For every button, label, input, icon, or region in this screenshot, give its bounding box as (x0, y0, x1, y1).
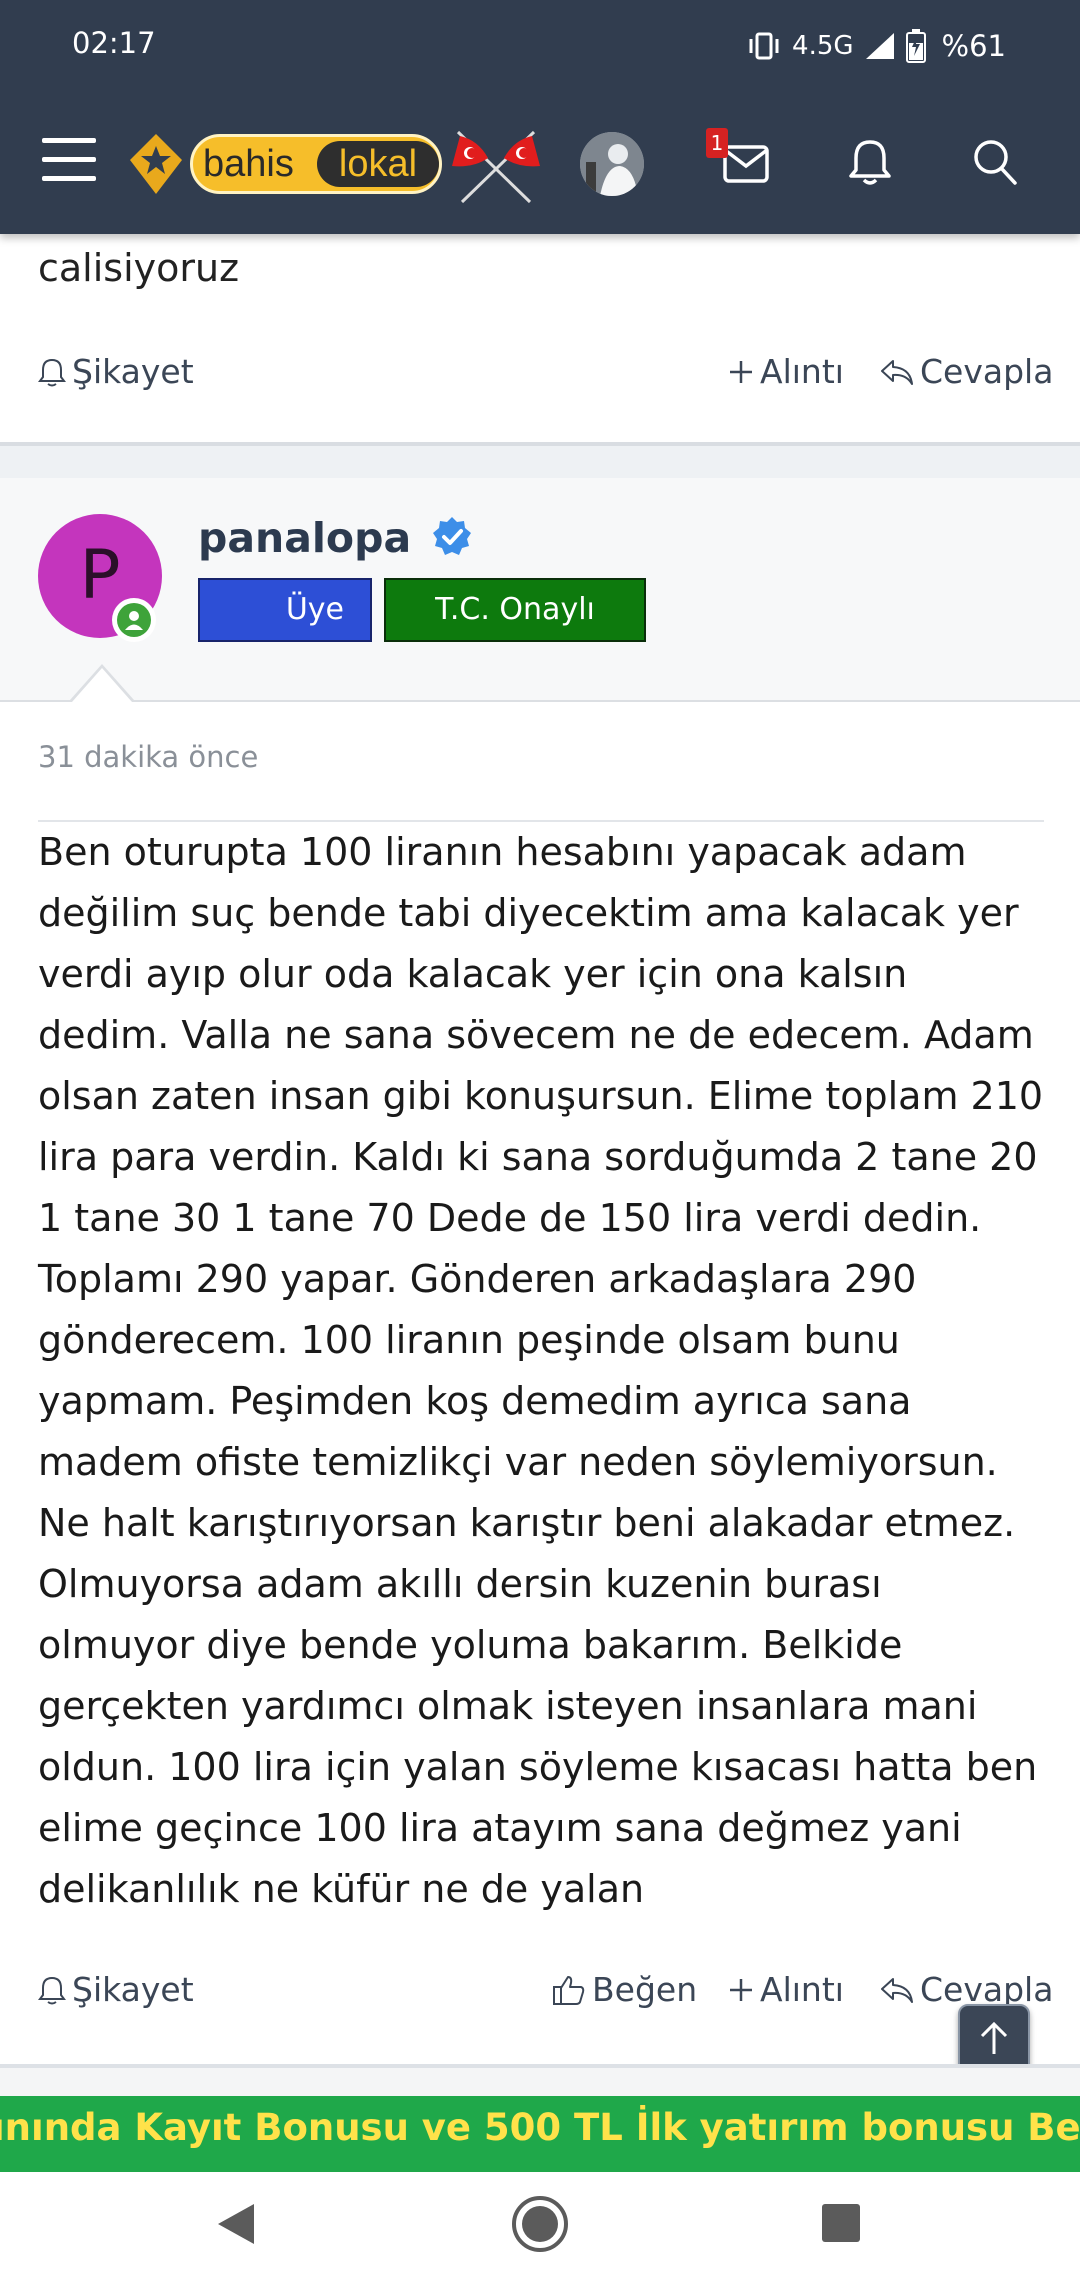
previous-report-button[interactable]: Şikayet (38, 352, 194, 391)
plus-icon (730, 360, 752, 383)
battery-icon (905, 29, 926, 63)
logo-word-lokal: lokal (317, 141, 439, 187)
post-timestamp[interactable]: 31 dakika önce (38, 740, 258, 774)
search-icon[interactable] (972, 138, 1018, 186)
logo-word-bahis: bahis (203, 143, 294, 185)
role-badge-member: Üye (198, 578, 372, 642)
status-bar: 02:17 4.5G %61 (0, 0, 1080, 96)
status-icons: 4.5G %61 (746, 22, 1006, 70)
reply-arrow-icon (881, 359, 913, 385)
battery-percent: %61 (941, 29, 1006, 63)
recents-icon[interactable] (820, 2202, 862, 2244)
user-avatar-image (580, 132, 644, 196)
author-username[interactable]: panalopa (198, 514, 473, 562)
thumbs-up-icon (553, 1975, 585, 2005)
promo-banner[interactable]: ınında Kayıt Bonusu ve 500 TL İlk yatırı… (0, 2096, 1080, 2172)
logo-wordmark: bahis lokal (190, 134, 442, 194)
signal-icon (865, 33, 894, 59)
network-type: 4.5G (792, 31, 854, 61)
quote-button[interactable]: Alıntı (728, 1970, 844, 2009)
like-label: Beğen (592, 1970, 698, 2009)
nav-row: bahis lokal 1 (0, 112, 1080, 212)
home-icon[interactable] (510, 2194, 570, 2254)
envelope-icon (723, 145, 769, 183)
bell-icon[interactable] (848, 138, 892, 186)
author-username-text: panalopa (198, 514, 412, 562)
report-label: Şikayet (72, 352, 194, 391)
like-button[interactable]: Beğen (552, 1970, 697, 2009)
reply-arrow-icon (881, 1977, 913, 2003)
quote-label: Alıntı (760, 1970, 844, 2009)
report-button[interactable]: Şikayet (38, 1970, 194, 2009)
post-body-text: Ben oturupta 100 liranın hesabını yapaca… (38, 830, 1044, 1911)
quote-label: Alıntı (760, 352, 844, 391)
plus-icon (730, 1978, 752, 2001)
vibrate-icon (749, 32, 779, 60)
previous-quote-button[interactable]: Alıntı (728, 352, 844, 391)
star-diamond-icon (130, 134, 182, 194)
report-label: Şikayet (72, 1970, 194, 2009)
previous-reply-button[interactable]: Cevapla (880, 352, 1053, 391)
bell-outline-icon (38, 358, 66, 386)
user-avatar[interactable] (580, 132, 644, 196)
previous-post-text: calisiyoruz (38, 246, 240, 290)
message-count-badge: 1 (706, 128, 728, 158)
app-header: 02:17 4.5G %61 bahis lokal 1 (0, 0, 1080, 234)
online-status-icon (112, 598, 156, 642)
gap-strip (0, 2068, 1080, 2096)
reply-label: Cevapla (920, 352, 1054, 391)
post-gap (0, 446, 1080, 478)
post-body: Ben oturupta 100 liranın hesabını yapaca… (38, 822, 1048, 1920)
bell-outline-icon (38, 1976, 66, 2004)
turkish-flags-icon (452, 130, 540, 204)
verified-badge-icon (433, 517, 472, 555)
status-time: 02:17 (72, 26, 156, 60)
role-badge-verified: T.C. Onaylı (384, 578, 646, 642)
back-icon[interactable] (214, 2200, 258, 2248)
system-nav-bar (0, 2172, 1080, 2280)
hamburger-menu-icon[interactable] (40, 136, 98, 184)
header-caret-inner (72, 668, 132, 702)
promo-banner-text: ınında Kayıt Bonusu ve 500 TL İlk yatırı… (0, 2106, 1080, 2149)
